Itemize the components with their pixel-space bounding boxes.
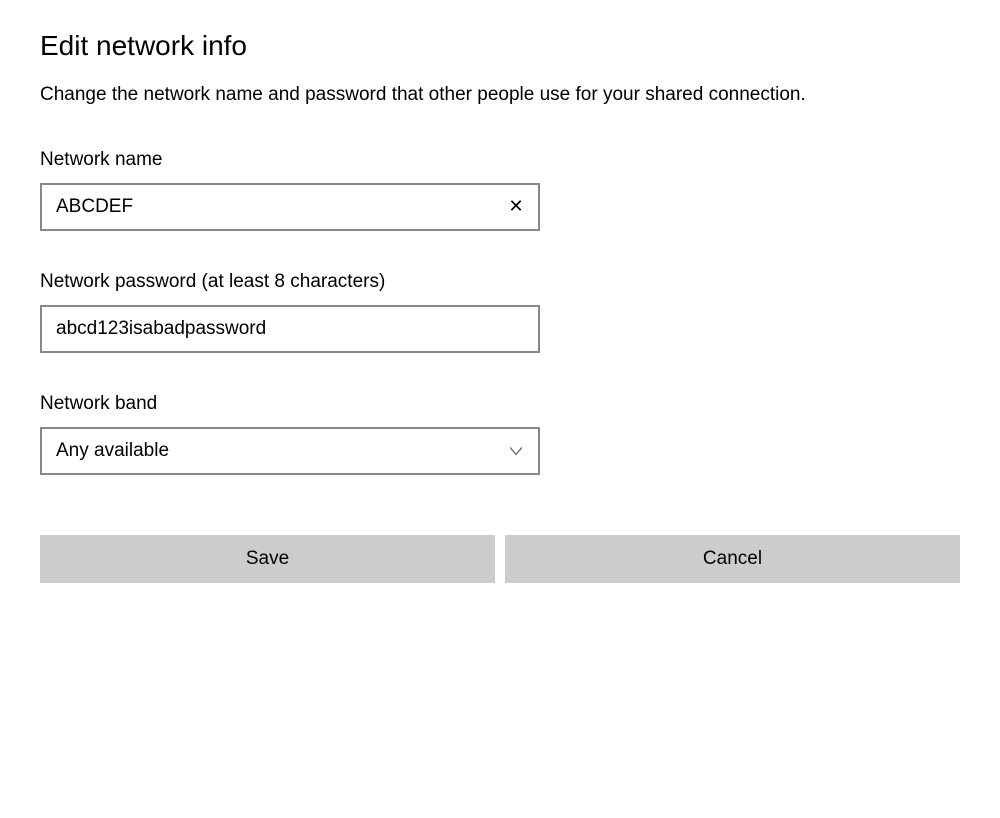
dialog-title: Edit network info — [40, 30, 960, 62]
close-icon: ✕ — [508, 196, 523, 217]
network-password-field: Network password (at least 8 characters) — [40, 271, 960, 353]
network-band-field: Network band Any available — [40, 393, 960, 475]
save-button[interactable]: Save — [40, 535, 495, 583]
cancel-button[interactable]: Cancel — [505, 535, 960, 583]
edit-network-dialog: Edit network info Change the network nam… — [40, 30, 960, 583]
dialog-description: Change the network name and password tha… — [40, 82, 940, 109]
network-name-input-wrapper: ✕ — [40, 183, 540, 231]
network-name-label: Network name — [40, 149, 960, 171]
network-password-input-wrapper — [40, 305, 540, 353]
button-row: Save Cancel — [40, 535, 960, 583]
network-name-field: Network name ✕ — [40, 149, 960, 231]
network-band-value: Any available — [56, 440, 508, 462]
clear-network-name-button[interactable]: ✕ — [494, 185, 538, 229]
network-password-input[interactable] — [42, 307, 538, 351]
network-name-input[interactable] — [42, 185, 494, 229]
network-password-label: Network password (at least 8 characters) — [40, 271, 960, 293]
network-band-select[interactable]: Any available — [40, 427, 540, 475]
network-band-label: Network band — [40, 393, 960, 415]
chevron-down-icon — [508, 443, 524, 459]
